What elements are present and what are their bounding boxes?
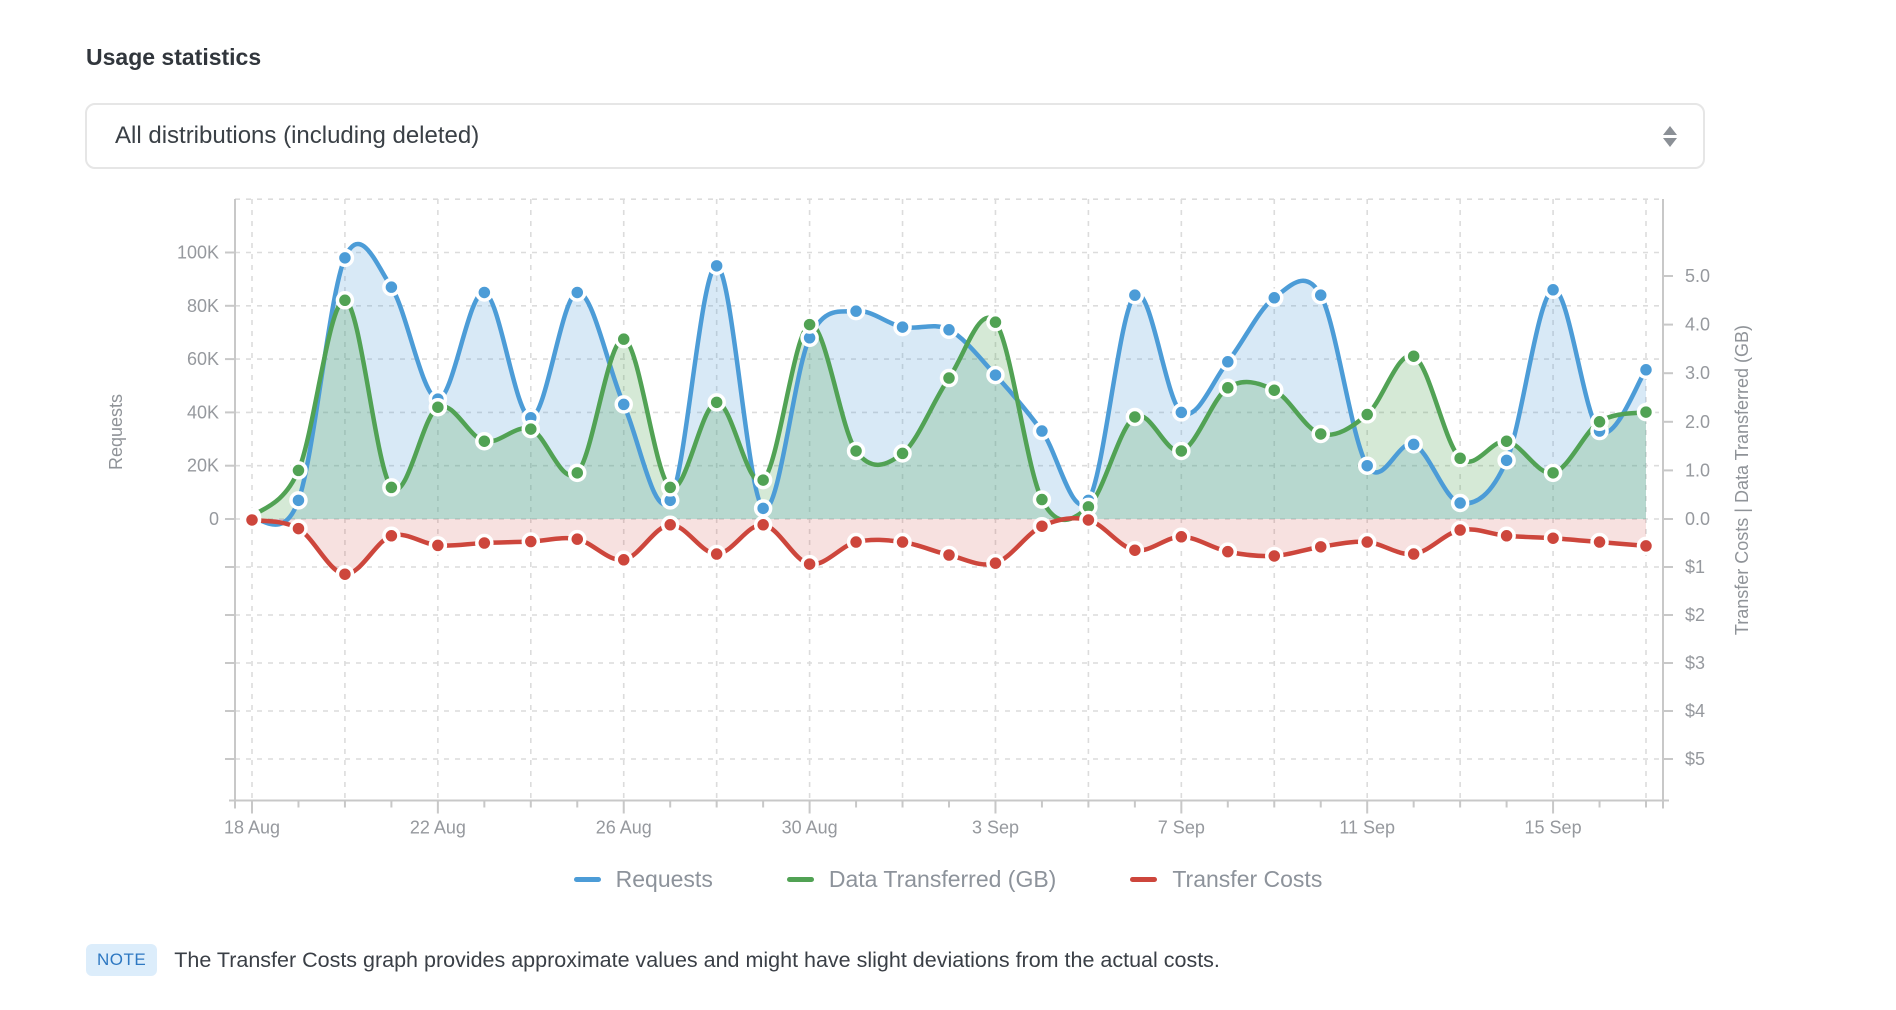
requests-swatch-icon	[574, 877, 601, 882]
svg-text:30 Aug: 30 Aug	[782, 818, 838, 838]
svg-text:3 Sep: 3 Sep	[972, 818, 1019, 838]
svg-text:80K: 80K	[187, 296, 219, 316]
svg-text:$3: $3	[1685, 653, 1705, 673]
svg-text:3.0: 3.0	[1685, 363, 1710, 383]
svg-text:100K: 100K	[177, 243, 219, 263]
svg-text:7 Sep: 7 Sep	[1158, 818, 1205, 838]
legend-label: Transfer Costs	[1172, 866, 1322, 893]
svg-text:$1: $1	[1685, 557, 1705, 577]
legend-item-transfer-costs: Transfer Costs	[1130, 866, 1322, 893]
svg-text:26 Aug: 26 Aug	[596, 818, 652, 838]
svg-text:18 Aug: 18 Aug	[224, 818, 280, 838]
transfer-costs-swatch-icon	[1130, 877, 1157, 882]
legend-item-requests: Requests	[574, 866, 713, 893]
svg-text:$2: $2	[1685, 605, 1705, 625]
svg-text:1.0: 1.0	[1685, 460, 1710, 480]
svg-text:20K: 20K	[187, 456, 219, 476]
svg-text:40K: 40K	[187, 402, 219, 422]
legend-label: Data Transferred (GB)	[829, 866, 1057, 893]
svg-text:4.0: 4.0	[1685, 315, 1710, 335]
chart-legend: Requests Data Transferred (GB) Transfer …	[0, 866, 1896, 893]
svg-text:Requests: Requests	[106, 394, 126, 470]
usage-chart: 100K 80K 60K 40K 20K 0 5.0 4.0 3.0 2.0 1.0 0.0 $1 $2 $…	[0, 0, 1896, 1010]
svg-text:15 Sep: 15 Sep	[1525, 818, 1582, 838]
note-text: The Transfer Costs graph provides approx…	[174, 948, 1220, 973]
svg-text:0.0: 0.0	[1685, 509, 1710, 529]
svg-text:$4: $4	[1685, 701, 1705, 721]
usage-statistics-panel: Usage statistics All distributions (incl…	[0, 0, 1896, 1010]
note-row: NOTE The Transfer Costs graph provides a…	[86, 944, 1220, 976]
legend-item-data-transferred: Data Transferred (GB)	[787, 866, 1057, 893]
svg-text:Transfer Costs | Data Transfer: Transfer Costs | Data Transferred (GB)	[1732, 325, 1752, 635]
note-badge: NOTE	[86, 944, 157, 976]
usage-chart-svg: 100K 80K 60K 40K 20K 0 5.0 4.0 3.0 2.0 1.0 0.0 $1 $2 $…	[0, 0, 1896, 1010]
svg-text:2.0: 2.0	[1685, 412, 1710, 432]
data-transferred-swatch-icon	[787, 877, 814, 882]
svg-text:0: 0	[209, 509, 219, 529]
svg-text:22 Aug: 22 Aug	[410, 818, 466, 838]
svg-text:$5: $5	[1685, 749, 1705, 769]
svg-text:5.0: 5.0	[1685, 266, 1710, 286]
legend-label: Requests	[616, 866, 713, 893]
svg-text:11 Sep: 11 Sep	[1339, 818, 1395, 838]
svg-text:60K: 60K	[187, 349, 219, 369]
